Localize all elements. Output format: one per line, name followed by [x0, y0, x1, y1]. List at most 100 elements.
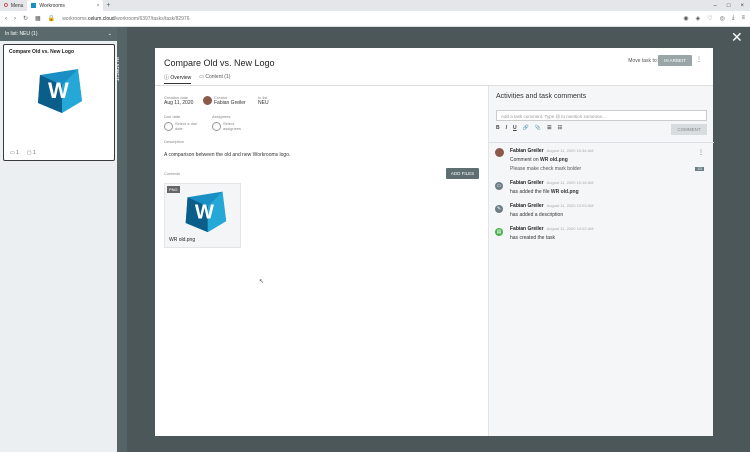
file-link[interactable]: WR old.png — [551, 189, 579, 195]
bold-icon[interactable]: B — [496, 125, 500, 131]
creation-date-block: Creation date Aug 11, 2020 — [164, 95, 193, 106]
browser-tab-bar: O Menu Workrooms × + – □ × — [0, 0, 750, 11]
file-name[interactable]: WR old.png — [169, 237, 195, 243]
due-date-label: Due date — [164, 114, 181, 119]
svg-text:W: W — [48, 78, 69, 103]
pencil-icon: ✎ — [495, 205, 503, 213]
next-list-strip[interactable]: IN ARBEIT — [113, 27, 127, 452]
due-date-block[interactable]: Due date Select a due date — [164, 114, 203, 131]
add-files-button[interactable]: ADD FILES — [446, 168, 479, 179]
heart-icon[interactable]: ♡ — [707, 15, 712, 22]
assignees-block[interactable]: Assignees Select assignees — [212, 114, 251, 131]
activity-item: ✎ Fabian Greiler August 11, 2020 10:03 AM… — [495, 203, 708, 226]
new-tab-button[interactable]: + — [103, 2, 113, 9]
activity-item: ▤ Fabian Greiler August 11, 2020 10:02 AM… — [495, 226, 708, 249]
activity-text: has added a description — [510, 212, 564, 218]
task-card[interactable]: Compare Old vs. New Logo W ▭ 1 ▢ 1 — [3, 44, 115, 161]
comment-toolbar: B I U 🔗 📎 ☰ ☷ — [496, 125, 562, 131]
tab-overview[interactable]: ⓘ Overview — [164, 74, 192, 84]
svg-text:W: W — [195, 201, 215, 223]
assignees-label: Assignees — [212, 114, 231, 119]
file-icon: ▭ 1 — [10, 150, 19, 156]
activity-time: August 11, 2020 10:02 AM — [546, 226, 594, 231]
chevron-down-icon[interactable]: ⌄ — [108, 31, 112, 37]
calendar-icon — [164, 121, 173, 131]
user-icon — [212, 121, 221, 131]
comment-input[interactable]: Add a task comment. Type @ to mention so… — [496, 110, 707, 121]
description-text[interactable]: A comparison between the old and new Wor… — [164, 152, 290, 158]
comment-button[interactable]: COMMENT — [671, 124, 707, 135]
extensions-icon[interactable]: ◎ — [720, 15, 725, 22]
tab-content[interactable]: ▭ Content (1) — [199, 74, 230, 84]
address-bar: ‹ › ↻ ▦ 🔒 workrooms.celum.cloud/workroom… — [0, 11, 750, 27]
task-detail-modal: Compare Old vs. New Logo ⓘ Overview ▭ Co… — [155, 48, 714, 436]
link-icon[interactable]: 🔗 — [523, 125, 529, 131]
activity-user: Fabian Greiler August 11, 2020 10:03 AM — [510, 203, 594, 209]
activity-text: Comment on WR old.png — [510, 157, 568, 163]
url-field[interactable]: workrooms.celum.cloud/workroom/6397/task… — [62, 16, 189, 22]
forward-icon[interactable]: › — [14, 16, 16, 22]
workrooms-logo-thumbnail: W — [185, 191, 227, 233]
maximize-icon[interactable]: □ — [727, 3, 731, 9]
activity-time: August 11, 2020 10:34 AM — [546, 148, 594, 153]
lock-icon: 🔒 — [47, 16, 56, 22]
window-controls: – □ × — [714, 3, 750, 9]
attach-icon[interactable]: 📎 — [535, 125, 541, 131]
activity-time: August 11, 2020 10:03 AM — [546, 203, 594, 208]
activity-pane: Activities and task comments Add a task … — [488, 86, 714, 436]
activity-feed: Fabian Greiler August 11, 2020 10:34 AM C… — [495, 148, 708, 249]
minimize-icon[interactable]: – — [714, 3, 717, 9]
assignees-placeholder: Select assignees — [223, 121, 242, 131]
task-card-meta: ▭ 1 ▢ 1 — [10, 150, 36, 156]
task-created-icon: ▤ — [495, 228, 503, 236]
activity-time: August 11, 2020 10:18 AM — [546, 180, 594, 185]
back-icon[interactable]: ‹ — [5, 16, 7, 22]
task-list-panel: In list: NEU (1) ⌄ Compare Old vs. New L… — [0, 27, 117, 452]
list-header[interactable]: In list: NEU (1) ⌄ — [0, 27, 117, 41]
workrooms-logo-thumbnail: W — [38, 69, 82, 113]
move-task-label: Move task to: — [628, 58, 658, 64]
workrooms-favicon-icon — [31, 3, 37, 8]
tab-menu[interactable]: O Menu — [0, 0, 27, 11]
list-header-label: In list: NEU (1) — [5, 31, 38, 37]
download-icon[interactable]: ⤓ — [732, 15, 735, 22]
due-date-placeholder: Select a due date — [175, 121, 198, 131]
task-title: Compare Old vs. New Logo — [164, 58, 275, 68]
activity-item: ▭ Fabian Greiler August 11, 2020 10:18 AM… — [495, 180, 708, 203]
tab-workrooms[interactable]: Workrooms × — [27, 0, 104, 11]
close-tab-icon[interactable]: × — [96, 3, 99, 9]
activity-title: Activities and task comments — [496, 93, 587, 100]
activity-text: has added the file WR old.png — [510, 189, 579, 195]
close-modal-icon[interactable]: ✕ — [731, 30, 743, 44]
creator-value: Fabian Greiler — [214, 100, 246, 106]
task-overview-pane: Compare Old vs. New Logo ⓘ Overview ▭ Co… — [155, 48, 488, 436]
avatar — [203, 96, 212, 105]
numbered-list-icon[interactable]: ☷ — [558, 125, 562, 131]
tabs-grid-icon[interactable]: ▦ — [35, 15, 41, 22]
file-link[interactable]: WR old.png — [540, 157, 568, 163]
shield-icon[interactable]: ◈ — [696, 15, 701, 22]
file-card[interactable]: W PNG WR old.png — [164, 183, 241, 248]
bullet-list-icon[interactable]: ☰ — [547, 125, 551, 131]
activity-user: Fabian Greiler August 11, 2020 10:02 AM — [510, 226, 594, 232]
in-list-block: In list NEU — [258, 95, 269, 106]
reload-icon[interactable]: ↻ — [23, 15, 28, 22]
italic-icon[interactable]: I — [506, 125, 507, 131]
activity-user: Fabian Greiler August 11, 2020 10:34 AM — [510, 148, 594, 154]
menu-icon[interactable]: ≡ — [741, 15, 745, 22]
opera-icon: O — [4, 2, 8, 9]
file-type-badge: PNG — [167, 186, 180, 193]
underline-icon[interactable]: U — [513, 125, 517, 131]
camera-icon[interactable]: ◉ — [683, 15, 688, 22]
close-window-icon[interactable]: × — [740, 3, 744, 9]
comment-badge: 1/3 — [695, 167, 704, 171]
comment-options-icon[interactable]: ⋮ — [698, 149, 704, 156]
activity-user: Fabian Greiler August 11, 2020 10:18 AM — [510, 180, 594, 186]
creator-block: Creator Fabian Greiler — [203, 95, 246, 106]
avatar — [495, 148, 504, 157]
comment-text: Please make check mark bolder — [510, 166, 582, 172]
more-options-icon[interactable]: ⋮ — [696, 56, 702, 63]
description-label: Description — [164, 139, 185, 144]
in-list-value: NEU — [258, 100, 269, 106]
move-task-button[interactable]: IN ARBEIT — [658, 55, 692, 66]
